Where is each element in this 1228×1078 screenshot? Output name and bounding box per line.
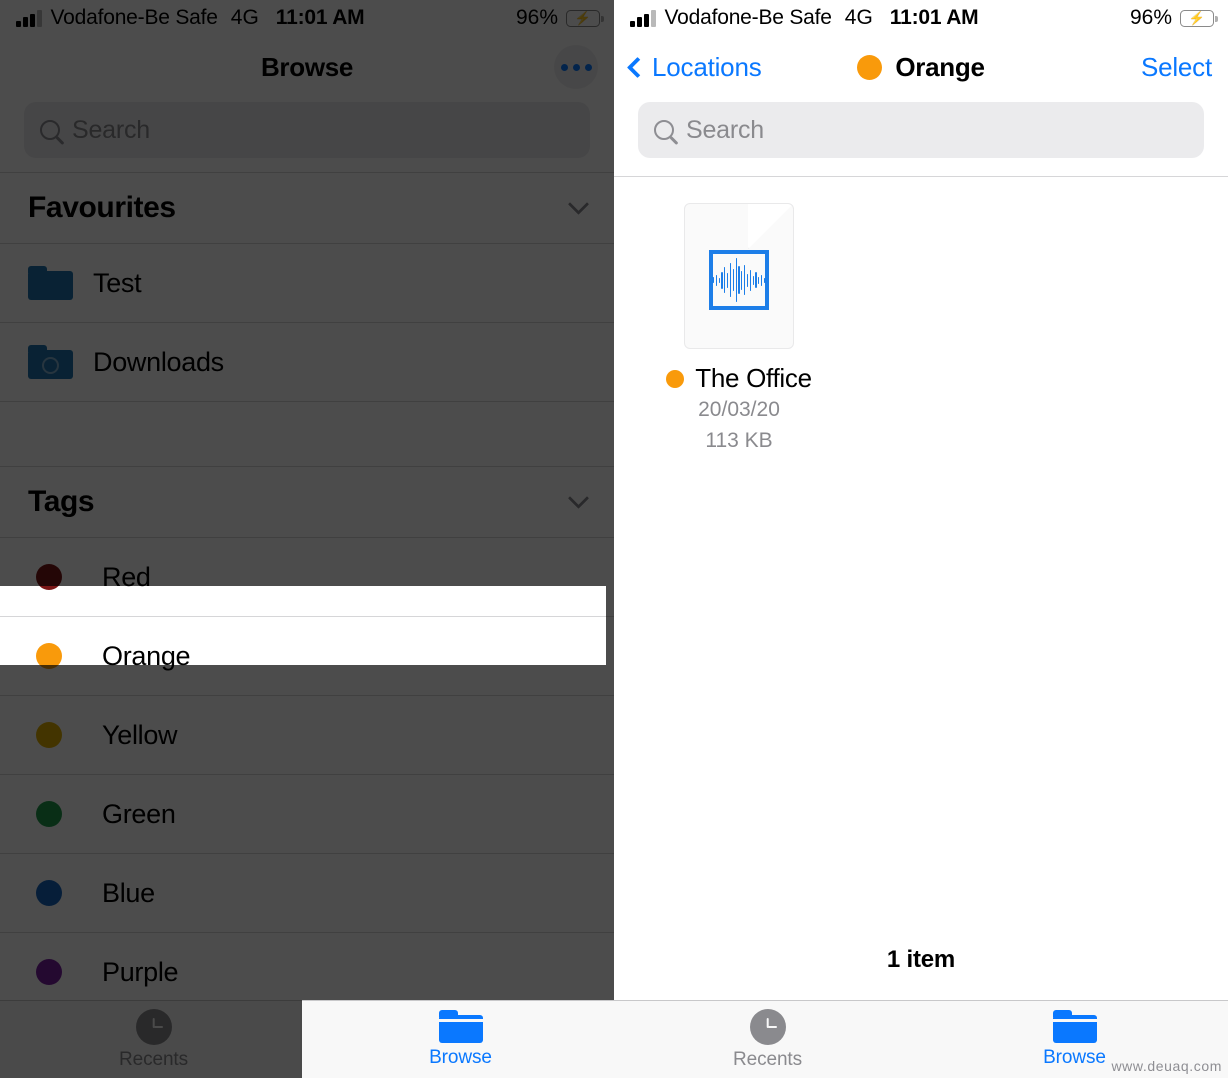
clock-label: 11:01 AM (889, 6, 979, 29)
ellipsis-circle-icon[interactable] (554, 45, 598, 89)
left-screen: Vodafone-Be Safe 4G 11:01 AM 96% ⚡ Brows… (0, 0, 614, 1078)
file-name-label: The Office (695, 363, 812, 393)
network-type-label: 4G (230, 6, 259, 29)
folder-icon (438, 1010, 483, 1043)
status-bar-left: Vodafone-Be Safe 4G 11:01 AM (16, 6, 365, 30)
list-item-downloads[interactable]: Downloads (0, 323, 614, 402)
battery-charging-icon: ⚡ (1180, 9, 1218, 27)
status-bar-left: Vodafone-Be Safe 4G 11:01 AM (630, 6, 979, 30)
clock-icon (749, 1008, 786, 1045)
search-input[interactable]: Search (24, 102, 590, 158)
carrier-label: Vodafone-Be Safe (50, 6, 218, 29)
back-button-label: Locations (652, 51, 762, 82)
tag-dot-icon (36, 801, 62, 827)
tag-label: Orange (102, 640, 191, 671)
status-bar: Vodafone-Be Safe 4G 11:01 AM 96% ⚡ (614, 0, 1228, 36)
battery-charging-icon: ⚡ (566, 9, 604, 27)
sidebar-item-tag-orange[interactable]: Orange (0, 617, 614, 696)
sidebar-item-tag-red[interactable]: Red (0, 538, 614, 617)
tag-label: Yellow (102, 719, 178, 750)
left-nav-bar: Browse (0, 36, 614, 98)
search-icon (40, 120, 60, 140)
file-item-the-office[interactable]: The Office 20/03/20 113 KB (650, 203, 828, 456)
chevron-down-icon[interactable] (567, 193, 590, 215)
search-placeholder: Search (72, 115, 151, 144)
section-header-tags[interactable]: Tags (0, 466, 614, 538)
file-size-label: 113 KB (705, 428, 773, 452)
status-bar: Vodafone-Be Safe 4G 11:01 AM 96% ⚡ (0, 0, 614, 36)
sidebar-item-tag-blue[interactable]: Blue (0, 854, 614, 933)
chevron-left-icon (626, 56, 649, 78)
tab-label: Browse (1043, 1047, 1106, 1068)
tab-recents[interactable]: Recents (0, 1001, 307, 1078)
signal-bars-icon (16, 10, 42, 27)
section-title: Tags (28, 485, 95, 518)
search-input[interactable]: Search (638, 102, 1204, 158)
page-title: Browse (260, 51, 354, 82)
chevron-down-icon[interactable] (567, 487, 590, 509)
status-bar-right: 96% ⚡ (515, 6, 604, 30)
tag-dot-icon (36, 959, 62, 985)
folder-icon (28, 266, 73, 300)
left-search-wrap: Search (0, 98, 614, 172)
item-count-label: 1 item (886, 946, 956, 973)
file-date-label: 20/03/20 (698, 398, 780, 421)
sidebar-item-tag-green[interactable]: Green (0, 775, 614, 854)
carrier-label: Vodafone-Be Safe (664, 6, 832, 29)
file-grid: The Office 20/03/20 113 KB (614, 177, 1228, 456)
clock-icon (135, 1008, 172, 1045)
status-bar-right: 96% ⚡ (1129, 6, 1218, 30)
audio-document-icon (684, 203, 794, 349)
back-button-locations[interactable]: Locations (626, 51, 762, 83)
file-name-row: The Office (666, 363, 812, 394)
search-icon (654, 120, 674, 140)
tag-label: Purple (102, 956, 179, 987)
tag-label: Green (102, 798, 176, 829)
right-search-wrap: Search (614, 98, 1228, 172)
section-spacer (0, 402, 614, 466)
right-screen: Vodafone-Be Safe 4G 11:01 AM 96% ⚡ Locat… (614, 0, 1228, 1078)
network-type-label: 4G (844, 6, 873, 29)
tag-dot-icon (36, 564, 62, 590)
folder-icon (1052, 1010, 1097, 1043)
sidebar-item-tag-yellow[interactable]: Yellow (0, 696, 614, 775)
tab-label: Browse (429, 1047, 492, 1068)
tag-dot-icon (857, 54, 883, 80)
tag-label: Blue (102, 877, 155, 908)
left-tab-bar: Recents Browse (0, 1000, 614, 1078)
search-placeholder: Search (686, 115, 765, 144)
tag-dot-icon (36, 722, 62, 748)
list-item-test[interactable]: Test (0, 244, 614, 323)
waveform-icon (709, 250, 769, 311)
tag-dot-icon (36, 880, 62, 906)
signal-bars-icon (630, 10, 656, 27)
clock-label: 11:01 AM (275, 6, 365, 29)
tab-label: Recents (118, 1048, 188, 1070)
list-item-label: Downloads (93, 346, 224, 377)
watermark-label: www.deuaq.com (1111, 1058, 1222, 1074)
tab-recents[interactable]: Recents (614, 1001, 921, 1078)
tag-dot-icon (666, 369, 685, 388)
page-title: Orange (895, 51, 985, 82)
screenshot-root: Vodafone-Be Safe 4G 11:01 AM 96% ⚡ Brows… (0, 0, 1228, 1078)
right-nav-bar: Locations Orange Select (614, 36, 1228, 98)
folder-download-icon (28, 345, 73, 379)
list-item-label: Test (93, 267, 142, 298)
battery-percent-label: 96% (1129, 6, 1172, 29)
tab-browse[interactable]: Browse (307, 1001, 614, 1078)
battery-percent-label: 96% (515, 6, 558, 29)
section-title: Favourites (28, 191, 176, 224)
section-header-favourites[interactable]: Favourites (0, 172, 614, 244)
tab-label: Recents (732, 1048, 802, 1070)
tag-label: Red (102, 561, 151, 592)
select-button[interactable]: Select (1141, 52, 1212, 83)
tag-dot-icon (36, 643, 62, 669)
